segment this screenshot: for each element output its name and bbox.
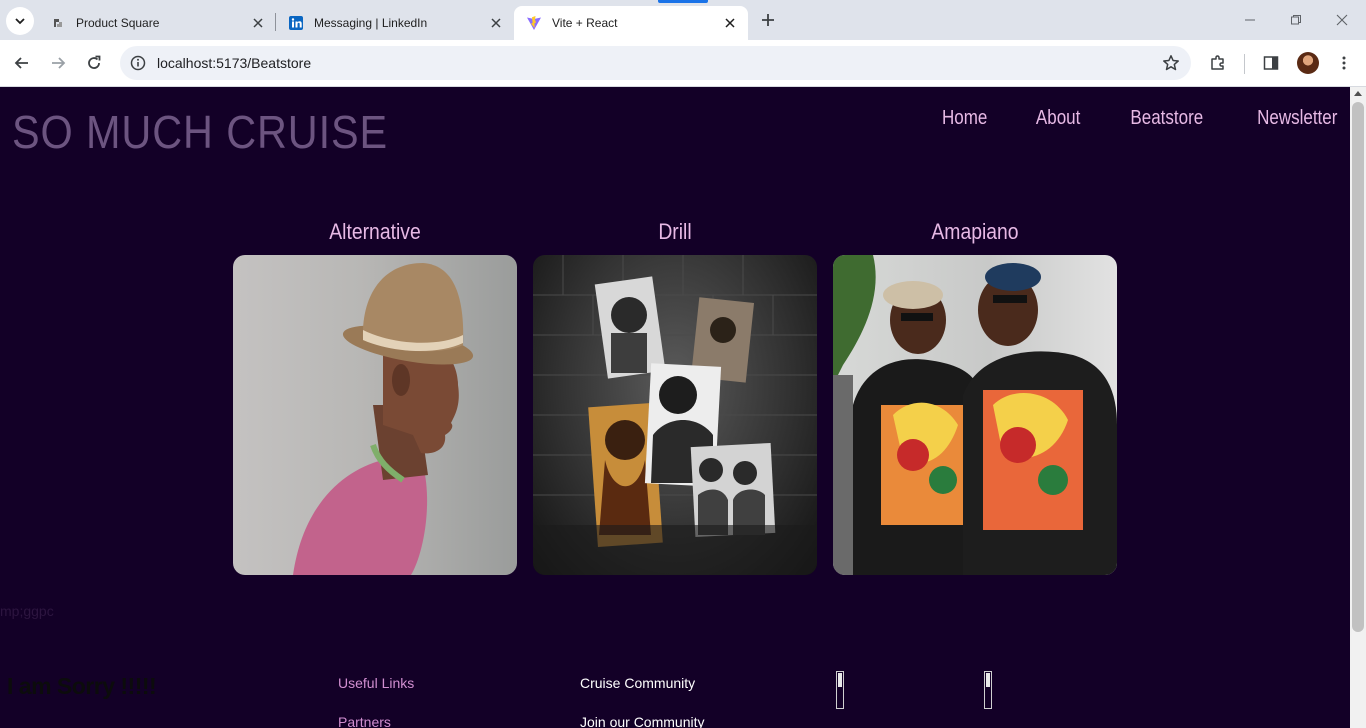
forward-button[interactable] [44, 49, 72, 77]
nav-beatstore[interactable]: Beatstore [1130, 107, 1203, 130]
active-tab-indicator [658, 0, 708, 3]
profile-avatar[interactable] [1297, 52, 1319, 74]
close-tab-icon[interactable] [488, 15, 504, 31]
puzzle-icon [1211, 55, 1224, 70]
close-tab-icon[interactable] [722, 15, 738, 31]
tab-linkedin[interactable]: Messaging | LinkedIn [276, 6, 514, 40]
minimize-button[interactable] [1238, 8, 1262, 32]
new-tab-button[interactable] [756, 8, 780, 32]
site-logo[interactable]: SO MUCH CRUISE [12, 105, 388, 159]
genre-image-amapiano[interactable] [833, 255, 1117, 575]
main-nav: Home About Beatstore Newsletter [938, 107, 1344, 130]
extensions-button[interactable] [1204, 49, 1232, 77]
browser-toolbar: localhost:5173/Beatstore [0, 40, 1366, 87]
scrollbar-thumb[interactable] [1352, 102, 1364, 632]
arrow-left-icon [14, 57, 28, 69]
nav-about[interactable]: About [1036, 107, 1080, 130]
close-tab-icon[interactable] [250, 15, 266, 31]
back-button[interactable] [8, 49, 36, 77]
close-icon [1336, 14, 1348, 26]
reload-button[interactable] [80, 49, 108, 77]
footer-link-partners[interactable]: Partners [338, 714, 414, 728]
genre-card-drill[interactable]: Drill [533, 215, 817, 575]
tab-title: Product Square [76, 16, 160, 30]
more-vertical-icon [1342, 56, 1346, 70]
genre-image-drill[interactable] [533, 255, 817, 575]
genre-title: Drill [658, 219, 692, 244]
restore-button[interactable] [1284, 8, 1308, 32]
browser-menu-button[interactable] [1330, 49, 1358, 77]
footer-heading-useful-links: Useful Links [338, 675, 415, 691]
genre-title: Alternative [329, 219, 421, 244]
toolbar-divider [1244, 54, 1245, 74]
tab-strip: Product Square Messaging | LinkedIn Vite… [0, 0, 1366, 40]
social-icon-placeholder[interactable] [836, 671, 844, 709]
reload-icon [88, 55, 101, 69]
social-icon-placeholder[interactable] [984, 671, 992, 709]
address-bar[interactable]: localhost:5173/Beatstore [120, 46, 1191, 80]
footer-useful-links: Useful Links Partners [338, 675, 414, 728]
footer-heading-community: Cruise Community [580, 675, 696, 691]
arrow-right-icon [52, 57, 66, 69]
minimize-icon [1245, 19, 1255, 21]
site-info-icon[interactable] [128, 53, 148, 73]
genre-image-alternative[interactable] [233, 255, 517, 575]
stray-text: mp;ggpc [0, 603, 54, 619]
tab-product-square[interactable]: Product Square [38, 6, 276, 40]
bookmark-star-icon[interactable] [1161, 53, 1181, 73]
drill-artists-collage-image [533, 255, 817, 575]
tab-vite-react[interactable]: Vite + React [514, 6, 748, 40]
nav-home[interactable]: Home [942, 107, 987, 130]
two-men-laughing-image [833, 255, 1117, 575]
footer-community: Cruise Community Join our Community [580, 675, 705, 728]
chevron-down-icon [15, 18, 25, 25]
nav-newsletter[interactable]: Newsletter [1257, 107, 1337, 130]
side-panel-icon [1263, 56, 1279, 70]
close-window-button[interactable] [1330, 8, 1354, 32]
genre-card-alternative[interactable]: Alternative [233, 215, 517, 575]
side-panel-button[interactable] [1257, 49, 1285, 77]
restore-icon [1291, 15, 1301, 25]
tab-search-button[interactable] [6, 7, 34, 35]
sorry-message: I am Sorry !!!!! [7, 673, 157, 699]
footer-link-join-community[interactable]: Join our Community [580, 714, 705, 728]
vite-favicon-icon [526, 15, 542, 31]
linkedin-favicon-icon [288, 15, 304, 31]
scroll-up-arrow-icon[interactable] [1354, 91, 1362, 96]
tab-title: Messaging | LinkedIn [314, 16, 428, 30]
plus-icon [762, 14, 774, 26]
tab-title: Vite + React [552, 16, 618, 30]
url-text[interactable]: localhost:5173/Beatstore [157, 55, 311, 71]
man-in-hat-image [293, 263, 474, 575]
page-viewport: SO MUCH CRUISE Home About Beatstore News… [0, 87, 1350, 728]
genre-card-amapiano[interactable]: Amapiano [833, 215, 1117, 575]
genre-title: Amapiano [931, 219, 1019, 244]
product-square-favicon-icon [50, 15, 66, 31]
page-scrollbar[interactable] [1350, 87, 1366, 728]
